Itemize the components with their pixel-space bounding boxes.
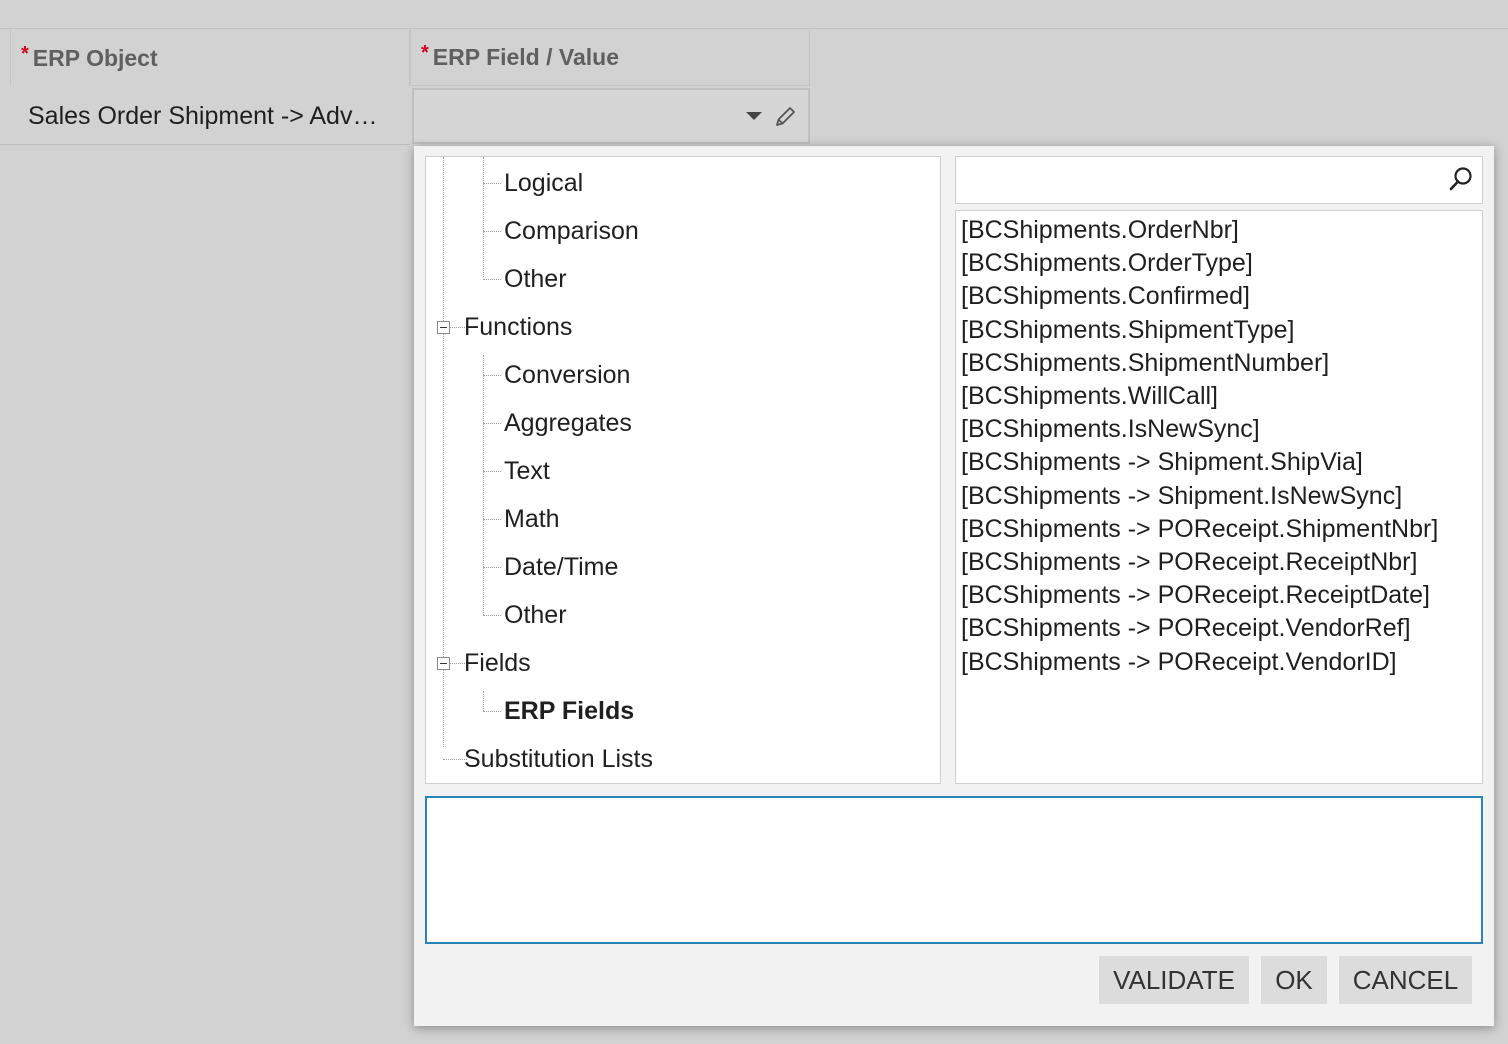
list-item[interactable]: [BCShipments.ShipmentNumber] <box>956 347 1482 380</box>
tree-connector <box>483 615 501 616</box>
field-search-box <box>955 156 1483 204</box>
tree-item-other-functions[interactable]: Other <box>504 600 567 630</box>
function-tree: Logical Comparison Other Functions Conve… <box>425 156 941 784</box>
list-item[interactable]: [BCShipments.Confirmed] <box>956 280 1482 313</box>
tree-connector <box>483 423 501 424</box>
tree-connector <box>483 711 501 712</box>
cancel-button[interactable]: CANCEL <box>1339 956 1472 1004</box>
required-marker: * <box>421 42 429 64</box>
list-item[interactable]: [BCShipments -> POReceipt.ShipmentNbr] <box>956 513 1482 546</box>
erp-object-cell[interactable]: Sales Order Shipment -> Adv… <box>0 88 410 145</box>
expression-editor <box>425 796 1483 944</box>
formula-editor-dialog: Logical Comparison Other Functions Conve… <box>414 146 1494 1026</box>
tree-connector <box>483 279 501 280</box>
tree-item-other[interactable]: Other <box>504 264 567 294</box>
tree-item-conversion[interactable]: Conversion <box>504 360 630 390</box>
list-item[interactable]: [BCShipments.OrderType] <box>956 247 1482 280</box>
tree-connector <box>483 183 501 184</box>
list-item[interactable]: [BCShipments -> Shipment.ShipVia] <box>956 446 1482 479</box>
erp-field-value-editor[interactable] <box>412 88 810 144</box>
tree-item-substitution-lists[interactable]: Substitution Lists <box>464 744 653 774</box>
tree-connector <box>483 231 501 232</box>
erp-fields-list: [BCShipments.OrderNbr] [BCShipments.Orde… <box>955 210 1483 784</box>
tree-item-fields[interactable]: Fields <box>464 648 531 678</box>
list-item[interactable]: [BCShipments.WillCall] <box>956 380 1482 413</box>
tree-item-date-time[interactable]: Date/Time <box>504 552 618 582</box>
chevron-down-icon[interactable] <box>746 112 762 120</box>
list-item[interactable]: [BCShipments -> Shipment.IsNewSync] <box>956 480 1482 513</box>
list-item[interactable]: [BCShipments.ShipmentType] <box>956 314 1482 347</box>
minus-box-icon[interactable] <box>437 657 450 670</box>
expression-input[interactable] <box>437 806 1471 940</box>
tree-connector <box>483 691 484 711</box>
search-icon[interactable] <box>1448 166 1474 199</box>
column-header-erp-field-value[interactable]: * ERP Field / Value <box>410 30 810 86</box>
tree-connector <box>483 375 501 376</box>
tree-connector <box>483 519 501 520</box>
tree-connector <box>483 355 484 615</box>
column-header-label: ERP Object <box>32 44 158 71</box>
list-item[interactable]: [BCShipments -> POReceipt.ReceiptNbr] <box>956 546 1482 579</box>
search-input[interactable] <box>962 157 1446 203</box>
tree-connector <box>483 157 484 277</box>
top-toolbar-strip <box>0 0 1508 29</box>
tree-item-aggregates[interactable]: Aggregates <box>504 408 632 438</box>
tree-item-erp-fields[interactable]: ERP Fields <box>504 696 634 726</box>
column-header-erp-object[interactable]: * ERP Object <box>10 30 410 86</box>
validate-button[interactable]: VALIDATE <box>1099 956 1249 1004</box>
list-item[interactable]: [BCShipments -> POReceipt.ReceiptDate] <box>956 579 1482 612</box>
tree-item-functions[interactable]: Functions <box>464 312 572 342</box>
tree-item-logical[interactable]: Logical <box>504 168 583 198</box>
minus-box-icon[interactable] <box>437 321 450 334</box>
tree-item-comparison[interactable]: Comparison <box>504 216 639 246</box>
ok-button[interactable]: OK <box>1261 956 1327 1004</box>
list-item[interactable]: [BCShipments -> POReceipt.VendorRef] <box>956 612 1482 645</box>
list-item[interactable]: [BCShipments -> POReceipt.VendorID] <box>956 646 1482 679</box>
list-item[interactable]: [BCShipments.OrderNbr] <box>956 214 1482 247</box>
tree-item-text[interactable]: Text <box>504 456 550 486</box>
list-item[interactable]: [BCShipments.IsNewSync] <box>956 413 1482 446</box>
tree-item-math[interactable]: Math <box>504 504 560 534</box>
required-marker: * <box>21 42 29 65</box>
pencil-icon[interactable] <box>772 104 798 135</box>
tree-connector <box>483 471 501 472</box>
tree-connector <box>483 567 501 568</box>
column-header-label: ERP Field / Value <box>432 44 619 70</box>
